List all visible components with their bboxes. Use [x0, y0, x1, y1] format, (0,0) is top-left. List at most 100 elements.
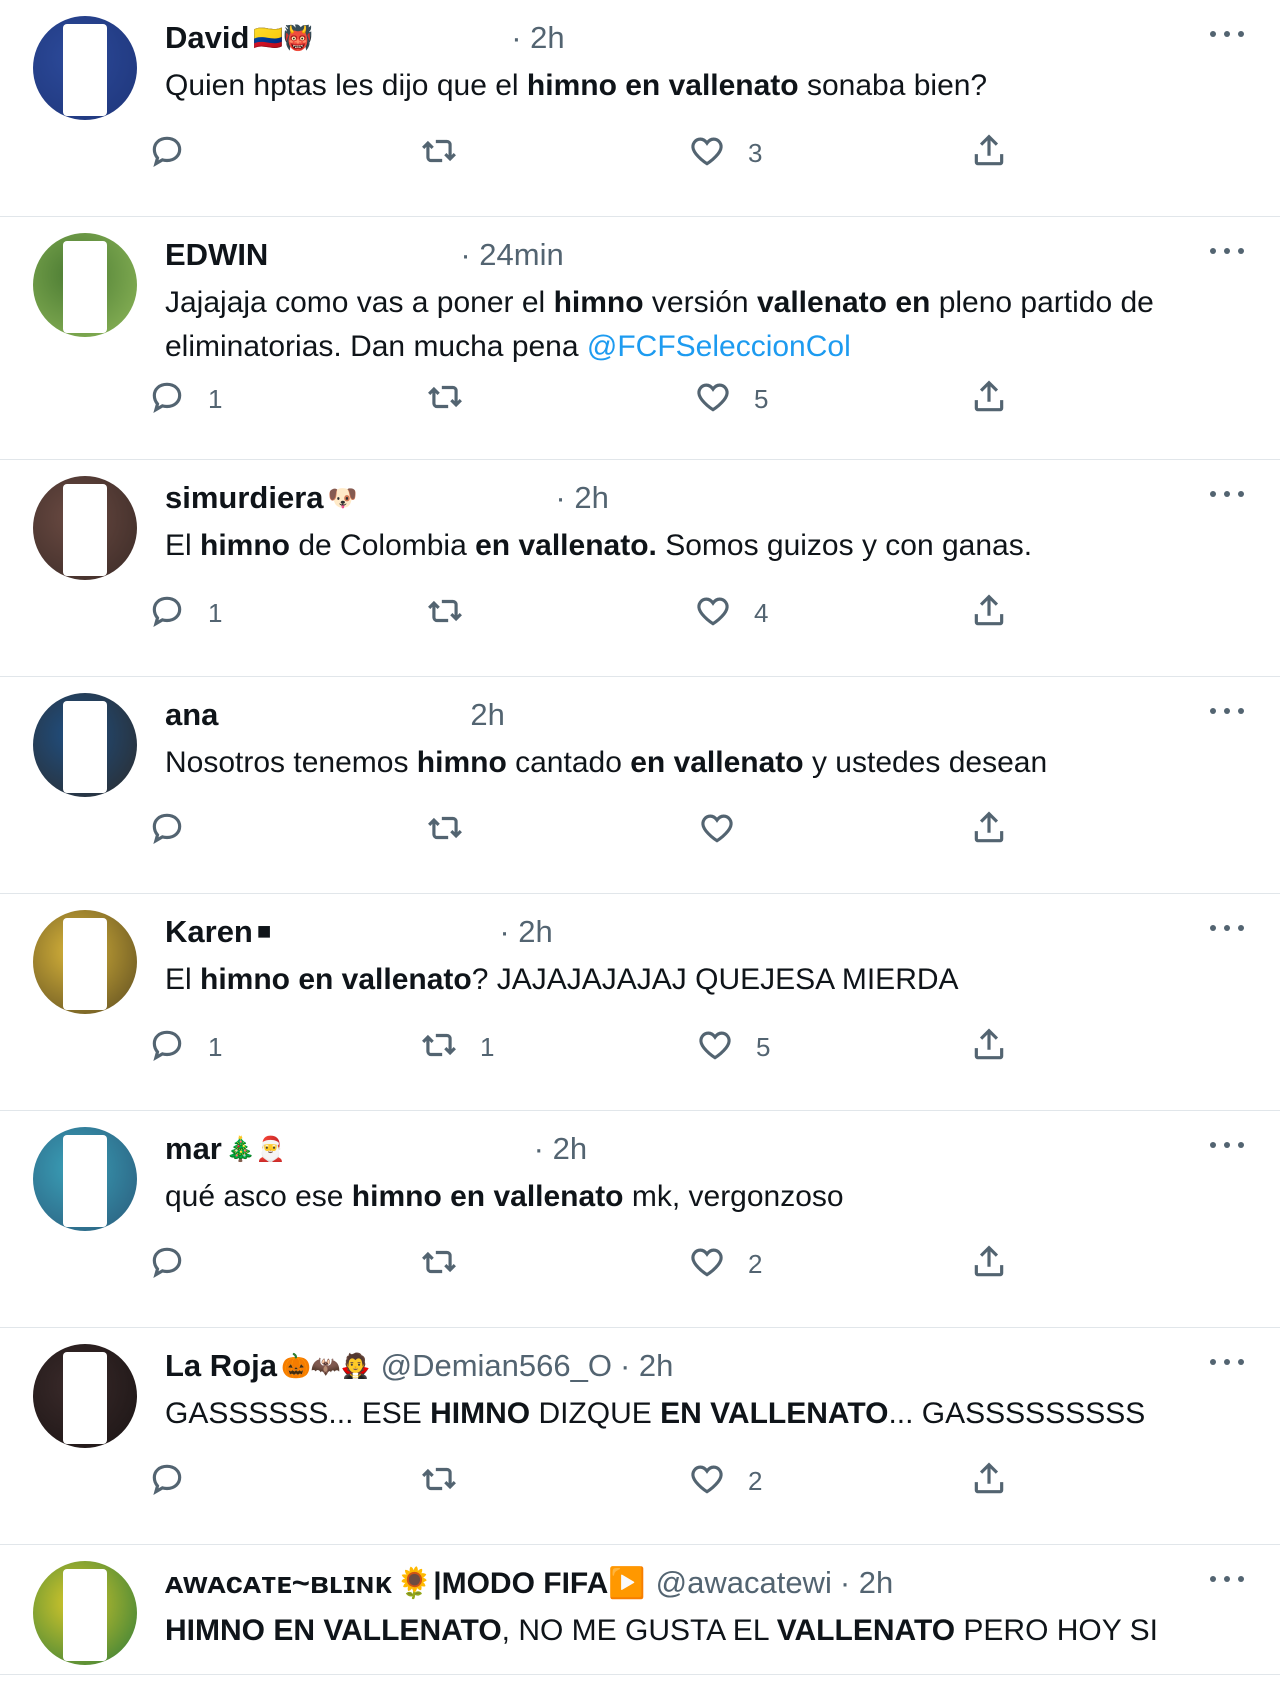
share-button[interactable]: [970, 808, 1008, 852]
avatar-redaction: [63, 484, 107, 576]
tweet[interactable]: ᴀᴡᴀᴄᴀᴛᴇ~ʙʟɪɴᴋ 🌻|MODO FIFA▶️ @awacatewi · 2h…: [0, 1545, 1280, 1675]
avatar-redaction: [63, 24, 107, 116]
text-segment: versión: [643, 286, 757, 319]
timestamp[interactable]: 2h: [470, 697, 504, 733]
avatar[interactable]: [33, 1344, 137, 1448]
timestamp[interactable]: · 2h: [499, 914, 552, 950]
like-button[interactable]: [698, 808, 758, 852]
like-button[interactable]: 2: [688, 1459, 762, 1503]
timestamp[interactable]: · 2h: [555, 480, 608, 516]
more-options-icon[interactable]: [1210, 1135, 1244, 1155]
like-count: 5: [754, 383, 769, 414]
reply-button[interactable]: 1: [148, 591, 222, 635]
like-icon: [688, 1243, 726, 1286]
user-handle[interactable]: @Demian566_O: [381, 1348, 612, 1384]
avatar-redaction: [63, 241, 107, 333]
display-name[interactable]: David: [165, 20, 249, 56]
avatar[interactable]: [33, 16, 137, 120]
text-segment: ... GASSSSSSSSS: [888, 1397, 1146, 1430]
tweet-actions: 15: [0, 377, 1280, 421]
more-options-icon[interactable]: [1210, 918, 1244, 938]
tweet-text: Nosotros tenemos himno cantado en vallen…: [165, 741, 1240, 785]
tweet[interactable]: ana 2h Nosotros tenemos himno cantado en v…: [0, 677, 1280, 894]
more-options-icon[interactable]: [1210, 241, 1244, 261]
tweet[interactable]: mar 🎄🎅 · 2h qué asco ese himno en vallenato…: [0, 1111, 1280, 1328]
more-options-icon[interactable]: [1210, 1569, 1244, 1589]
reply-button[interactable]: 1: [148, 1025, 222, 1069]
reply-icon: [148, 378, 186, 421]
highlighted-text: EN VALLENATO: [660, 1397, 889, 1430]
avatar[interactable]: [33, 910, 137, 1014]
tweet-text: HIMNO EN VALLENATO, NO ME GUSTA EL VALLE…: [165, 1609, 1240, 1653]
retweet-button[interactable]: [426, 377, 486, 421]
more-options-icon[interactable]: [1210, 24, 1244, 44]
tweet-text: El himno de Colombia en vallenato. Somos…: [165, 524, 1240, 568]
like-button[interactable]: 5: [694, 377, 768, 421]
retweet-button[interactable]: [420, 1242, 480, 1286]
reply-button[interactable]: [148, 1459, 208, 1503]
user-handle[interactable]: @awacatewi: [656, 1565, 832, 1601]
share-button[interactable]: [970, 1025, 1008, 1069]
avatar[interactable]: [33, 693, 137, 797]
avatar[interactable]: [33, 476, 137, 580]
share-button[interactable]: [970, 377, 1008, 421]
retweet-button[interactable]: [420, 131, 480, 175]
share-button[interactable]: [970, 131, 1008, 175]
retweet-button[interactable]: [420, 1459, 480, 1503]
timestamp[interactable]: · 2h: [840, 1565, 893, 1601]
display-name[interactable]: mar: [165, 1131, 222, 1167]
reply-button[interactable]: [148, 131, 208, 175]
tweet-actions: 14: [0, 591, 1280, 635]
display-name[interactable]: ᴀᴡᴀᴄᴀᴛᴇ~ʙʟɪɴᴋ: [165, 1565, 392, 1601]
retweet-icon: [426, 378, 464, 421]
reply-button[interactable]: [148, 1242, 208, 1286]
retweet-button[interactable]: [426, 591, 486, 635]
timestamp[interactable]: · 24min: [460, 237, 563, 273]
display-name[interactable]: EDWIN: [165, 237, 268, 273]
tweet[interactable]: simurdiera 🐶 · 2h El himno de Colombia en v…: [0, 460, 1280, 677]
share-button[interactable]: [970, 1459, 1008, 1503]
avatar[interactable]: [33, 233, 137, 337]
share-icon: [970, 809, 1008, 852]
like-button[interactable]: 4: [694, 591, 768, 635]
like-button[interactable]: 3: [688, 131, 762, 175]
display-name[interactable]: Karen: [165, 914, 253, 950]
like-button[interactable]: 2: [688, 1242, 762, 1286]
retweet-button[interactable]: 1: [420, 1025, 494, 1069]
text-segment: y ustedes desean: [803, 746, 1048, 779]
avatar[interactable]: [33, 1127, 137, 1231]
reply-button[interactable]: [148, 808, 208, 852]
tweet[interactable]: EDWIN · 24min Jajajaja como vas a poner el…: [0, 217, 1280, 460]
display-name[interactable]: ana: [165, 697, 218, 733]
display-name[interactable]: simurdiera: [165, 480, 324, 516]
timestamp[interactable]: · 2h: [534, 1131, 587, 1167]
like-count: 3: [748, 137, 763, 168]
like-icon: [688, 132, 726, 175]
more-options-icon[interactable]: [1210, 1352, 1244, 1372]
more-dot: [1210, 491, 1216, 497]
share-button[interactable]: [970, 591, 1008, 635]
share-button[interactable]: [970, 1242, 1008, 1286]
tweet[interactable]: Karen ■ · 2h El himno en vallenato? JAJAJAJ…: [0, 894, 1280, 1111]
timestamp[interactable]: · 2h: [620, 1348, 673, 1384]
display-name[interactable]: La Roja: [165, 1348, 277, 1384]
reply-icon: [148, 1026, 186, 1069]
reply-button[interactable]: 1: [148, 377, 222, 421]
more-dot: [1210, 1359, 1216, 1365]
text-segment: PERO HOY SI: [955, 1614, 1158, 1647]
tweet[interactable]: David 🇨🇴👹 · 2h Quien hptas les dijo que el …: [0, 0, 1280, 217]
mention-link[interactable]: @FCFSeleccionCol: [587, 330, 851, 363]
timestamp[interactable]: · 2h: [511, 20, 564, 56]
tweet[interactable]: La Roja 🎃🦇🧛 @Demian566_O · 2h GASSSSSS... ES…: [0, 1328, 1280, 1545]
like-button[interactable]: 5: [696, 1025, 770, 1069]
like-icon: [694, 592, 732, 635]
name-emoji: 🌻|MODO FIFA▶️: [395, 1566, 646, 1600]
tweet-actions: 2: [0, 1459, 1280, 1503]
more-dot: [1210, 1142, 1216, 1148]
retweet-button[interactable]: [426, 808, 486, 852]
more-dot: [1238, 1576, 1244, 1582]
avatar[interactable]: [33, 1561, 137, 1665]
more-dot: [1210, 925, 1216, 931]
more-options-icon[interactable]: [1210, 484, 1244, 504]
more-options-icon[interactable]: [1210, 701, 1244, 721]
